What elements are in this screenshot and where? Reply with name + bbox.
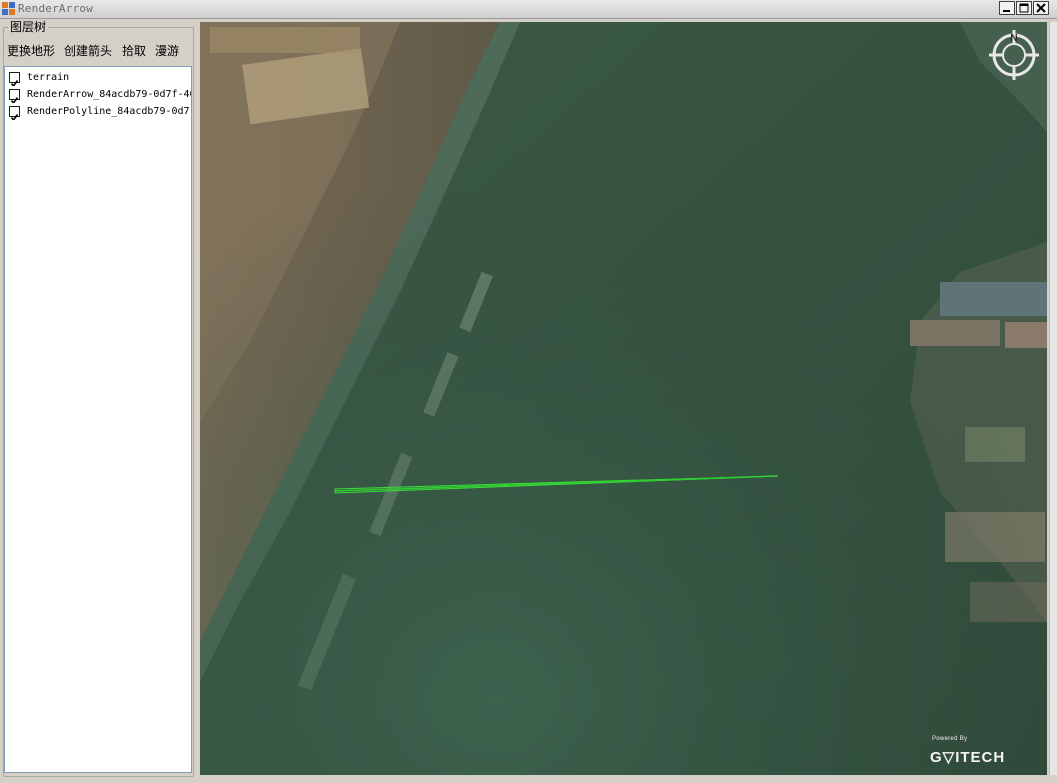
menu-create-arrow[interactable]: 创建箭头 (64, 42, 112, 60)
title-bar: RenderArrow (0, 0, 1057, 19)
maximize-icon (1019, 3, 1029, 13)
app-icon (2, 2, 15, 15)
maximize-button[interactable] (1016, 1, 1032, 15)
close-icon (1036, 3, 1046, 13)
menu-roam[interactable]: 漫游 (155, 42, 179, 60)
bottom-edge-strip (0, 777, 1057, 783)
layer-label: RenderPolyline_84acdb79-0d7 (27, 106, 190, 117)
window-title: RenderArrow (18, 2, 94, 15)
tree-item-render-arrow[interactable]: RenderArrow_84acdb79-0d7f-40 (7, 87, 191, 103)
menu-change-terrain[interactable]: 更换地形 (7, 42, 55, 60)
minimize-icon (1003, 10, 1010, 12)
menu-pick[interactable]: 拾取 (122, 42, 146, 60)
brand-logo: Powered By G▽ITECH (930, 734, 1040, 774)
layer-checkbox[interactable] (9, 89, 20, 103)
minimize-button[interactable] (999, 1, 1015, 15)
checkmark-icon (10, 97, 19, 103)
render-polyline (334, 475, 779, 492)
layer-checkbox[interactable] (9, 72, 20, 86)
close-button[interactable] (1033, 1, 1049, 15)
tree-item-terrain[interactable]: terrain (7, 70, 191, 86)
render-arrow-overlay (334, 475, 779, 494)
menu-bar: 更换地形 创建箭头 拾取 漫游 (4, 42, 192, 60)
layer-tree-group-title: 图层树 (8, 20, 49, 34)
compass-north-label: N (1010, 33, 1017, 44)
layer-tree[interactable]: terrain RenderArrow_84acdb79-0d7f-40 Ren… (4, 66, 192, 773)
layer-label: RenderArrow_84acdb79-0d7f-40 (27, 89, 191, 100)
compass-icon[interactable]: N (986, 27, 1042, 83)
checkmark-icon (10, 114, 19, 120)
layer-checkbox[interactable] (9, 106, 20, 120)
layer-label: terrain (27, 72, 70, 83)
checkmark-icon (10, 80, 19, 86)
right-edge-strip (1049, 22, 1057, 775)
powered-by-label: Powered By (932, 736, 968, 742)
map-viewport[interactable]: N Powered By G▽ITECH (200, 22, 1047, 775)
tree-item-render-polyline[interactable]: RenderPolyline_84acdb79-0d7 (7, 104, 191, 120)
brand-name: G▽ITECH (930, 749, 1006, 766)
